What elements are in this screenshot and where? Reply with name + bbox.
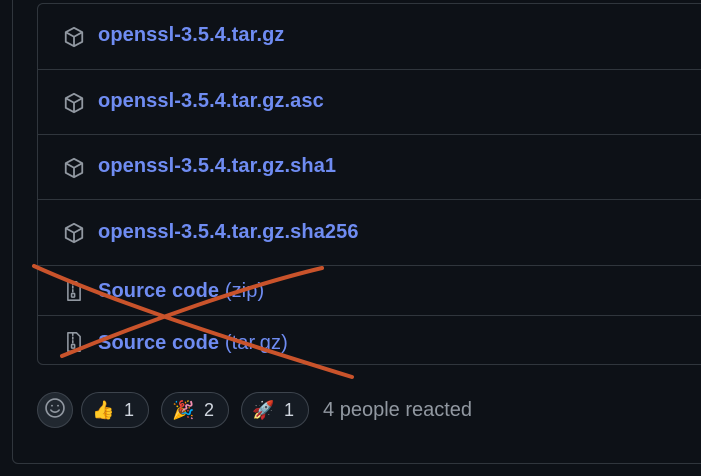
thumbs-up-icon: 👍 — [92, 400, 115, 420]
asset-link[interactable]: openssl-3.5.4.tar.gz.sha1 — [98, 155, 336, 178]
tada-icon: 🎉 — [172, 400, 195, 420]
asset-row: openssl-3.5.4.tar.gz — [38, 4, 701, 69]
reaction-rocket[interactable]: 🚀 1 — [241, 392, 310, 428]
reactions-summary: 4 people reacted — [323, 398, 473, 421]
file-zip-icon — [62, 279, 86, 303]
release-assets-page: openssl-3.5.4.tar.gz openssl-3.5.4.tar.g… — [0, 0, 701, 476]
asset-row: openssl-3.5.4.tar.gz.asc — [38, 69, 701, 135]
asset-link[interactable]: openssl-3.5.4.tar.gz — [98, 24, 285, 47]
reaction-thumbs-up[interactable]: 👍 1 — [81, 392, 150, 428]
rocket-icon: 🚀 — [252, 400, 275, 420]
package-icon — [62, 156, 86, 180]
file-zip-icon — [62, 330, 86, 354]
reaction-count: 1 — [124, 399, 135, 420]
reaction-tada[interactable]: 🎉 2 — [161, 392, 230, 428]
asset-link[interactable]: Source code (tar.gz) — [98, 332, 288, 355]
asset-link[interactable]: openssl-3.5.4.tar.gz.asc — [98, 90, 324, 113]
asset-row: Source code (zip) — [38, 265, 701, 316]
reaction-count: 2 — [204, 399, 215, 420]
asset-link[interactable]: Source code (zip) — [98, 280, 264, 303]
package-icon — [62, 91, 86, 115]
smiley-icon — [44, 397, 66, 424]
asset-row: openssl-3.5.4.tar.gz.sha1 — [38, 134, 701, 200]
add-reaction-button[interactable] — [37, 392, 73, 428]
reaction-count: 1 — [284, 399, 295, 420]
package-icon — [62, 25, 86, 49]
reactions-bar: 👍 1 🎉 2 🚀 1 4 people reacted — [37, 390, 472, 430]
asset-row: Source code (tar.gz) — [38, 315, 701, 364]
asset-row: openssl-3.5.4.tar.gz.sha256 — [38, 199, 701, 266]
assets-list: openssl-3.5.4.tar.gz openssl-3.5.4.tar.g… — [37, 3, 701, 365]
asset-link[interactable]: openssl-3.5.4.tar.gz.sha256 — [98, 221, 359, 244]
package-icon — [62, 221, 86, 245]
